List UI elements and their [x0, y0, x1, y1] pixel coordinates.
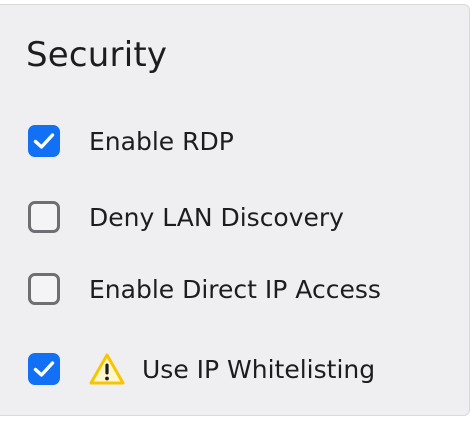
checkmark-icon	[33, 361, 55, 377]
use-ip-whitelisting-checkbox[interactable]	[28, 353, 60, 385]
deny-lan-discovery-checkbox[interactable]	[28, 201, 60, 233]
section-title: Security	[26, 35, 168, 75]
enable-direct-ip-access-label: Enable Direct IP Access	[89, 274, 381, 304]
option-enable-direct-ip-access[interactable]: Enable Direct IP Access	[28, 269, 381, 309]
option-use-ip-whitelisting[interactable]: Use IP Whitelisting	[28, 349, 375, 389]
checkmark-icon	[33, 133, 55, 149]
option-enable-rdp[interactable]: Enable RDP	[28, 121, 234, 161]
security-panel: Security Enable RDP Deny LAN Discovery E…	[0, 4, 470, 416]
option-deny-lan-discovery[interactable]: Deny LAN Discovery	[28, 197, 344, 237]
enable-rdp-label: Enable RDP	[89, 126, 234, 156]
enable-direct-ip-access-checkbox[interactable]	[28, 273, 60, 305]
warning-icon	[88, 352, 126, 386]
deny-lan-discovery-label: Deny LAN Discovery	[89, 202, 344, 232]
enable-rdp-checkbox[interactable]	[28, 125, 60, 157]
use-ip-whitelisting-label: Use IP Whitelisting	[142, 354, 376, 384]
